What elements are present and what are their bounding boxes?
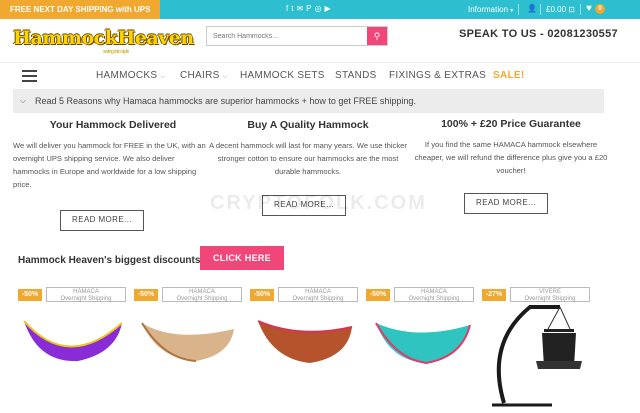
product-tag: HAMACA Overnight Shipping <box>394 287 474 302</box>
discount-badge: -50% <box>134 289 158 301</box>
chair-rope <box>547 306 561 330</box>
brand-label: HAMACA <box>73 289 99 295</box>
hanging-chair-stand-image <box>492 305 582 407</box>
chevron-down-icon: ▾ <box>510 8 514 14</box>
hammock-fabric <box>24 321 122 362</box>
product-card[interactable]: -50% HAMACA Overnight Shipping <box>250 287 360 408</box>
discount-badge: -50% <box>18 289 42 301</box>
search-button[interactable]: ⚲ <box>367 27 387 45</box>
nav-label: HAMMOCKS <box>96 70 158 81</box>
hammock-image <box>23 320 123 362</box>
wishlist-heart-icon[interactable]: ♥ <box>586 3 592 14</box>
search-form: ⚲ <box>206 26 388 46</box>
divider <box>518 4 519 15</box>
hammock-image <box>375 322 471 365</box>
hammock-image <box>257 320 353 363</box>
brand-label: HAMACA <box>421 289 447 295</box>
nav-item-hammock-sets[interactable]: HAMMOCK SETS <box>240 70 325 81</box>
divider <box>580 4 581 15</box>
feature-title: Buy A Quality Hammock <box>247 119 369 131</box>
shipping-label: Overnight Shipping <box>524 296 576 302</box>
basket-icon: ⊡ <box>568 5 575 14</box>
discount-badge: -27% <box>482 289 506 301</box>
notice-text: Read 5 Reasons why Hamaca hammocks are s… <box>35 96 416 106</box>
read-more-button-delivery[interactable]: READ MORE... <box>60 210 144 231</box>
chevron-down-icon: ⌵ <box>222 74 228 80</box>
click-here-button[interactable]: CLICK HERE <box>200 246 284 270</box>
brand-label: HAMACA <box>305 289 331 295</box>
free-shipping-banner[interactable]: FREE NEXT DAY SHIPPING with UPS <box>0 0 161 19</box>
youtube-icon[interactable]: ▶ <box>325 4 334 13</box>
information-menu[interactable]: Information ▾ <box>468 5 513 14</box>
hammock-fabric <box>258 321 352 363</box>
chair-rope <box>559 306 571 330</box>
read-more-button-guarantee[interactable]: READ MORE... <box>464 193 548 214</box>
logo-tagline: swing into style <box>103 49 129 55</box>
shipping-label: Overnight Shipping <box>60 296 112 302</box>
feature-price-guarantee: 100% + £20 Price Guarantee If you find t… <box>411 118 611 177</box>
discounts-title: Hammock Heaven's biggest discounts.... <box>18 255 212 266</box>
product-tag: HAMACA Overnight Shipping <box>162 287 242 302</box>
cart-total: £0.00 <box>546 5 567 14</box>
feature-text: If you find the same HAMACA hammock else… <box>414 140 608 175</box>
email-icon[interactable]: ✉ <box>296 4 306 13</box>
chevron-down-icon: ⌵ <box>160 74 166 80</box>
brand-label: HAMACA <box>189 289 215 295</box>
shipping-label: Overnight Shipping <box>292 296 344 302</box>
hamburger-menu-icon[interactable] <box>22 70 37 82</box>
chair-spreader-bar <box>544 329 574 332</box>
information-label: Information <box>468 5 509 14</box>
nav-item-chairs[interactable]: CHAIRS ⌵ <box>180 70 228 81</box>
brand-label: VIVERE <box>538 289 561 295</box>
site-logo[interactable]: HammockHeaven swing into style <box>13 27 194 55</box>
nav-item-stands[interactable]: STANDS <box>335 70 377 81</box>
feature-text: A decent hammock will last for many year… <box>209 141 407 176</box>
feature-title: Your Hammock Delivered <box>49 119 177 131</box>
search-input[interactable] <box>207 27 367 45</box>
product-card[interactable]: -27% VIVERE Overnight Shipping <box>482 287 592 408</box>
product-tag: HAMACA Overnight Shipping <box>278 287 358 302</box>
feature-text: We will deliver you hammock for FREE in … <box>13 141 206 189</box>
feature-delivery: Your Hammock Delivered We will deliver y… <box>13 119 213 191</box>
nav-label: CHAIRS <box>180 70 220 81</box>
nav-item-sale[interactable]: SALE! <box>493 70 525 81</box>
chair-footrest <box>536 361 582 369</box>
top-bar: FREE NEXT DAY SHIPPING with UPS ft✉P◎▶ I… <box>0 0 640 19</box>
account-icon[interactable]: 👤 <box>527 4 537 13</box>
instagram-icon[interactable]: ◎ <box>315 4 325 13</box>
discount-badge: -50% <box>250 289 274 301</box>
main-nav: HAMMOCKS ⌵ CHAIRS ⌵ HAMMOCK SETS STANDS … <box>0 62 640 88</box>
nav-item-fixings-extras[interactable]: FIXINGS & EXTRAS <box>389 70 486 81</box>
phone-number[interactable]: SPEAK TO US - 02081230557 <box>459 28 618 40</box>
watermark: CRYPTOFOLK.COM <box>210 192 427 214</box>
social-links: ft✉P◎▶ <box>286 4 334 13</box>
shipping-label: Overnight Shipping <box>176 296 228 302</box>
discount-badge: -50% <box>366 289 390 301</box>
product-card[interactable]: -50% HAMACA Overnight Shipping <box>18 287 128 408</box>
shipping-label: Overnight Shipping <box>408 296 460 302</box>
reasons-accordion[interactable]: ⌵ Read 5 Reasons why Hamaca hammocks are… <box>13 89 604 113</box>
divider <box>540 4 541 15</box>
feature-title: 100% + £20 Price Guarantee <box>441 118 581 130</box>
product-tag: VIVERE Overnight Shipping <box>510 287 590 302</box>
product-card[interactable]: -50% HAMACA Overnight Shipping <box>134 287 244 408</box>
nav-item-hammocks[interactable]: HAMMOCKS ⌵ <box>96 70 165 81</box>
wishlist-count-badge: 0 <box>595 4 605 14</box>
chevron-down-icon: ⌵ <box>20 96 27 105</box>
product-tag: HAMACA Overnight Shipping <box>46 287 126 302</box>
feature-quality: Buy A Quality Hammock A decent hammock w… <box>208 119 408 178</box>
search-icon: ⚲ <box>373 31 381 41</box>
logo-text: HammockHeaven <box>13 27 194 49</box>
hammock-image <box>141 322 234 362</box>
pinterest-icon[interactable]: P <box>306 4 314 13</box>
product-card[interactable]: -50% HAMACA Overnight Shipping <box>366 287 476 408</box>
cart-link[interactable]: £0.00 ⊡ <box>546 5 575 14</box>
